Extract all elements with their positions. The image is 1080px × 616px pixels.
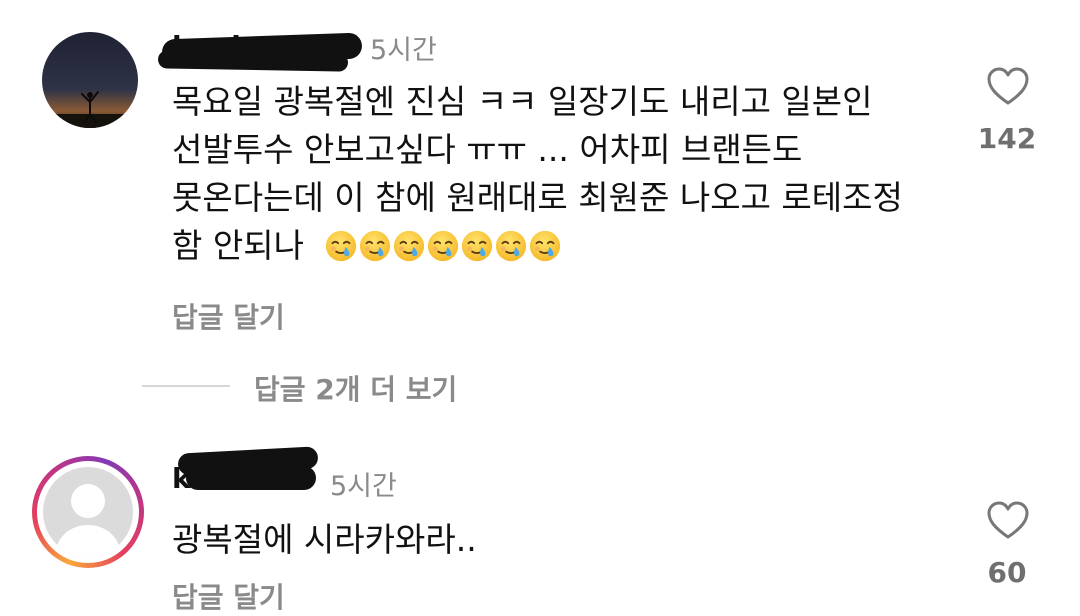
smiling-face-with-tear-icon	[394, 230, 425, 262]
smiling-face-with-tear-icon	[360, 230, 391, 262]
username-redaction	[186, 466, 316, 490]
smiling-face-with-tear-icon	[496, 230, 527, 262]
like-count: 142	[977, 122, 1037, 155]
comment-text: 광복절에 시라카와라..	[172, 516, 477, 564]
view-more-replies[interactable]: 답글 2개 더 보기	[0, 360, 1080, 414]
divider-line	[142, 385, 230, 387]
comment-text: 목요일 광복절엔 진심 ㅋㅋ 일장기도 내리고 일본인 선발투수 안보고싶다 ㅠ…	[172, 78, 903, 270]
username-redaction	[157, 50, 349, 72]
smiling-face-with-tear-icon	[428, 230, 459, 262]
avatar[interactable]	[42, 32, 138, 128]
comment-line: 목요일 광복절엔 진심 ㅋㅋ 일장기도 내리고 일본인	[172, 82, 873, 121]
comment-time: 5시간	[330, 471, 397, 502]
comment-time: 5시간	[370, 35, 437, 66]
emoji-row	[324, 226, 562, 265]
view-more-replies-label[interactable]: 답글 2개 더 보기	[254, 368, 457, 408]
comment-line: 함 안되나	[172, 226, 304, 265]
default-profile-icon	[43, 467, 133, 557]
avatar-photo	[42, 32, 138, 128]
comment-line: 광복절에 시라카와라..	[172, 520, 477, 559]
reply-button[interactable]: 답글 달기	[172, 576, 285, 616]
heart-outline-icon[interactable]	[986, 66, 1030, 106]
avatar-story-ring[interactable]	[32, 456, 144, 568]
heart-outline-icon[interactable]	[986, 500, 1030, 540]
smiling-face-with-tear-icon	[462, 230, 493, 262]
smiling-face-with-tear-icon	[530, 230, 561, 262]
comment-line-last: 함 안되나	[172, 222, 903, 270]
comment-2: k 5시간 광복절에 시라카와라.. 답글 달기 60	[0, 440, 1080, 614]
smiling-face-with-tear-icon	[326, 230, 357, 262]
like-count: 60	[987, 556, 1027, 589]
comment-1: bonjou 5시간 목요일 광복절엔 진심 ㅋㅋ 일장기도 내리고 일본인 선…	[0, 0, 1080, 350]
comment-line: 선발투수 안보고싶다 ㅠㅠ ... 어차피 브랜든도	[172, 130, 803, 169]
comment-line: 못온다는데 이 참에 원래대로 최원준 나오고 로테조정	[172, 178, 903, 217]
reply-button[interactable]: 답글 달기	[172, 296, 285, 336]
